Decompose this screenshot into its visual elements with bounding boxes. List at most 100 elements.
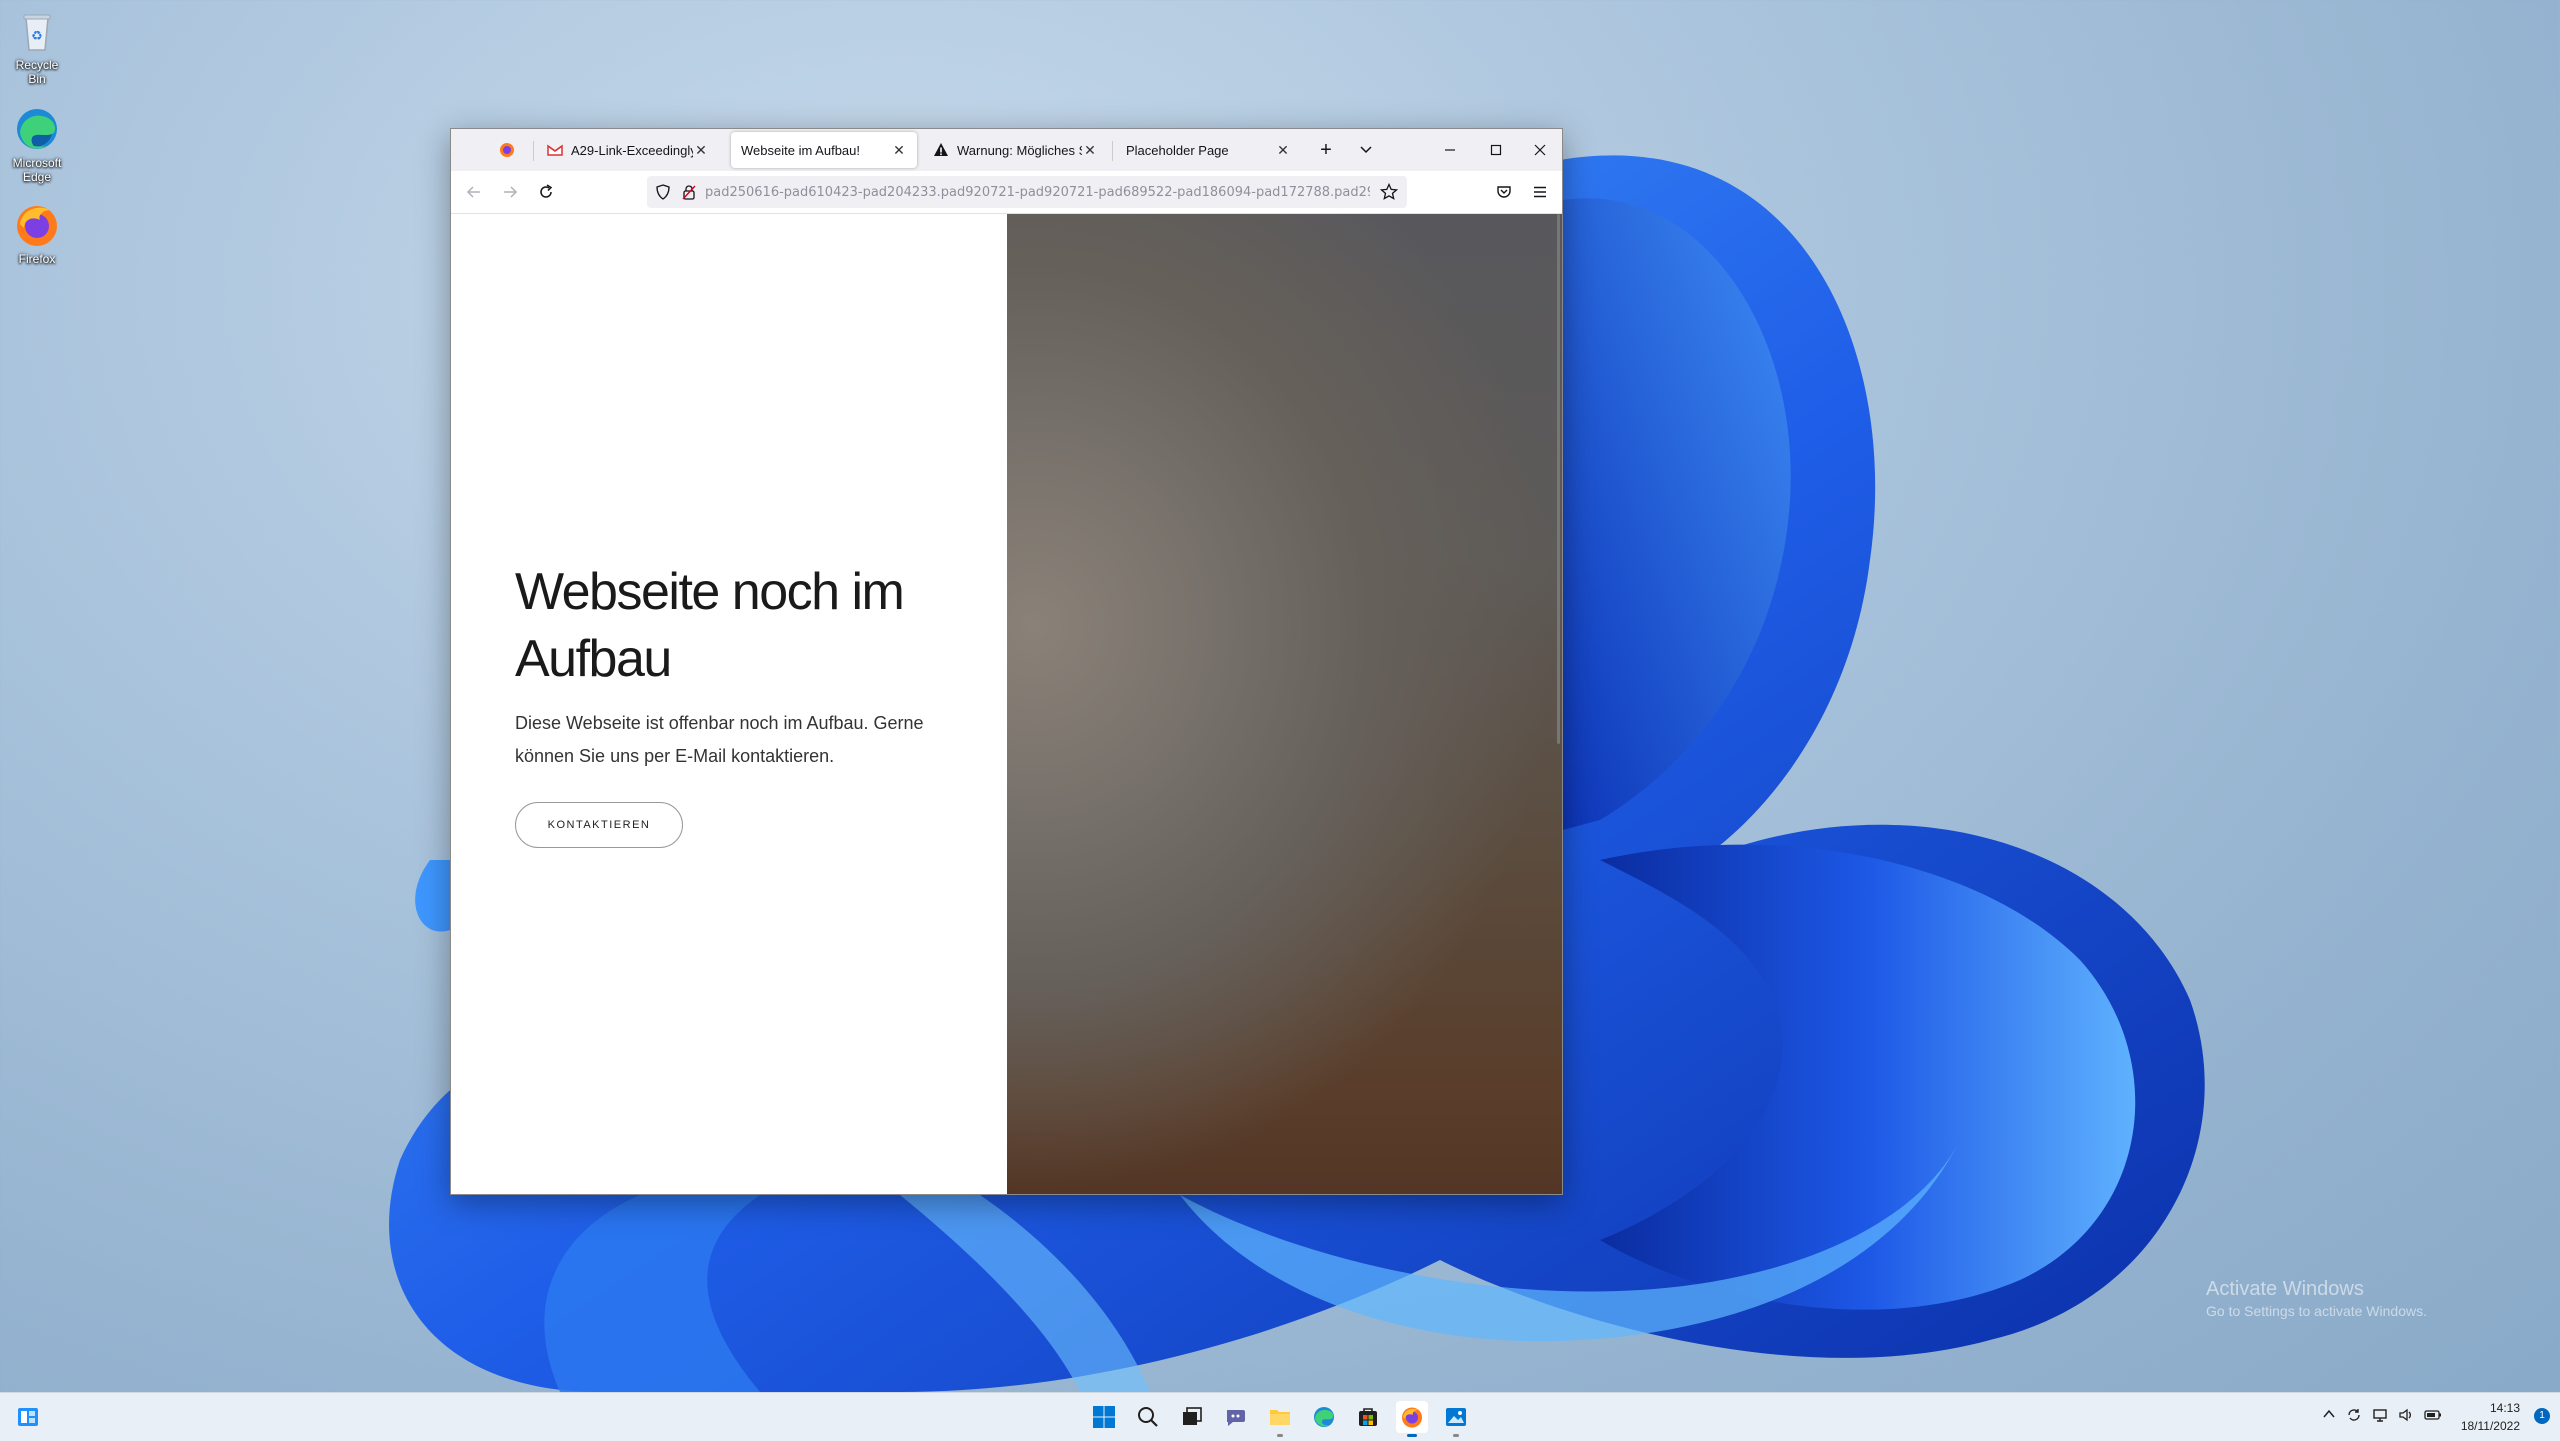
- tab-placeholder-page[interactable]: Placeholder Page ✕: [1116, 132, 1301, 168]
- edge-icon: [1314, 1407, 1334, 1427]
- volume-tray-icon[interactable]: [2398, 1407, 2414, 1426]
- maximize-button[interactable]: [1473, 129, 1519, 171]
- chat-icon: [1227, 1410, 1245, 1426]
- close-tab-icon[interactable]: ✕: [693, 142, 709, 159]
- firefox-icon: [17, 206, 57, 246]
- desktop-icon-recycle-bin[interactable]: ♻ Recycle Bin: [6, 6, 68, 86]
- back-button[interactable]: [459, 177, 489, 207]
- edge-icon: [17, 109, 57, 149]
- hamburger-menu-icon: [1534, 186, 1546, 198]
- store-icon: [1359, 1408, 1377, 1426]
- tab-firefox-view[interactable]: [487, 132, 529, 168]
- windows-logo-icon: [1093, 1406, 1115, 1428]
- close-icon: [1534, 144, 1546, 156]
- close-tab-icon[interactable]: ✕: [1082, 142, 1098, 159]
- sync-tray-icon[interactable]: [2346, 1407, 2362, 1426]
- page-title: Webseite noch im Aufbau: [515, 563, 905, 688]
- hero-image: [1007, 214, 1562, 1194]
- pocket-icon: [1497, 186, 1511, 198]
- new-tab-button[interactable]: +: [1306, 129, 1346, 171]
- shield-icon: [656, 184, 670, 200]
- clock-time: 14:13: [2489, 1401, 2520, 1415]
- activate-windows-watermark: Activate Windows Go to Settings to activ…: [2206, 1278, 2427, 1319]
- network-tray-icon[interactable]: [2372, 1407, 2388, 1426]
- url-text: pad250616-pad610423-pad204233.pad920721-…: [705, 184, 1370, 200]
- widgets-icon: [18, 1408, 38, 1426]
- tab-webseite-im-aufbau[interactable]: Webseite im Aufbau! ✕: [731, 132, 917, 168]
- tab-separator: [1112, 141, 1113, 161]
- reload-icon: [540, 184, 553, 198]
- store-button[interactable]: [1352, 1401, 1384, 1433]
- firefox-window: A29-Link-Exceedingly-Lo ✕ Webseite im Au…: [450, 128, 1563, 1195]
- forward-button[interactable]: [495, 177, 525, 207]
- list-all-tabs-button[interactable]: [1346, 129, 1386, 171]
- maximize-icon: [1490, 144, 1502, 156]
- star-icon[interactable]: [1380, 183, 1398, 201]
- search-icon: [1138, 1407, 1158, 1427]
- tab-warnung[interactable]: Warnung: Mögliches Sich ✕: [923, 132, 1108, 168]
- url-bar[interactable]: pad250616-pad610423-pad204233.pad920721-…: [647, 176, 1407, 208]
- widgets-button[interactable]: [12, 1401, 44, 1433]
- lock-warning-icon[interactable]: [681, 184, 697, 200]
- pocket-button[interactable]: [1489, 177, 1519, 207]
- desktop-icon-firefox[interactable]: Firefox: [6, 200, 68, 266]
- volume-icon: [2399, 1408, 2411, 1422]
- chevron-up-icon: [2323, 1409, 2335, 1418]
- watermark-title: Activate Windows: [2206, 1278, 2364, 1300]
- chevron-down-icon: [1360, 146, 1372, 154]
- network-icon: [2373, 1409, 2387, 1422]
- close-window-button[interactable]: [1517, 129, 1563, 171]
- warning-icon: [934, 143, 948, 156]
- task-view-button[interactable]: [1176, 1401, 1208, 1433]
- close-tab-icon[interactable]: ✕: [891, 142, 907, 159]
- desktop-icon-label: Firefox: [18, 252, 56, 266]
- running-indicator: [1453, 1434, 1459, 1437]
- page-description: Diese Webseite ist offenbar noch im Aufb…: [515, 713, 924, 766]
- running-indicator: [1277, 1434, 1283, 1437]
- arrow-left-icon: [466, 186, 480, 198]
- minimize-icon: [1445, 149, 1455, 151]
- close-tab-icon[interactable]: ✕: [1275, 142, 1291, 159]
- file-explorer-button[interactable]: [1264, 1401, 1296, 1437]
- tab-separator: [533, 141, 534, 161]
- firefox-taskbar-button[interactable]: [1396, 1401, 1428, 1437]
- arrow-right-icon: [504, 186, 518, 198]
- navigation-toolbar: pad250616-pad610423-pad204233.pad920721-…: [451, 171, 1562, 214]
- contact-button[interactable]: KONTAKTIEREN: [515, 802, 683, 848]
- firefox-icon: [1402, 1407, 1422, 1428]
- svg-text:♻: ♻: [31, 29, 43, 44]
- reload-button[interactable]: [531, 177, 561, 207]
- tab-title: Placeholder Page: [1126, 142, 1229, 158]
- desktop-icon-label: Recycle Bin: [15, 58, 59, 86]
- tab-title: Webseite im Aufbau!: [741, 142, 860, 158]
- clock[interactable]: 14:13 18/11/2022: [2461, 1399, 2520, 1435]
- search-button[interactable]: [1132, 1401, 1164, 1433]
- watermark-subtitle: Go to Settings to activate Windows.: [2206, 1303, 2427, 1319]
- photos-button[interactable]: [1440, 1401, 1472, 1437]
- page-content: Webseite noch im Aufbau Diese Webseite i…: [451, 214, 1562, 1194]
- notification-badge[interactable]: 1: [2534, 1408, 2550, 1424]
- tab-strip: A29-Link-Exceedingly-Lo ✕ Webseite im Au…: [451, 129, 1562, 171]
- tab-gmail[interactable]: A29-Link-Exceedingly-Lo ✕: [537, 132, 719, 168]
- taskbar: 14:13 18/11/2022 1: [0, 1392, 2560, 1441]
- app-menu-button[interactable]: [1525, 177, 1555, 207]
- edge-taskbar-button[interactable]: [1308, 1401, 1340, 1433]
- battery-tray-icon[interactable]: [2424, 1407, 2442, 1426]
- desktop-icon-edge[interactable]: Microsoft Edge: [6, 104, 68, 184]
- scrollbar-thumb[interactable]: [1557, 214, 1560, 744]
- active-indicator: [1407, 1434, 1417, 1437]
- start-button[interactable]: [1088, 1401, 1120, 1433]
- task-view-icon: [1183, 1407, 1202, 1425]
- gmail-icon: [547, 144, 563, 156]
- minimize-button[interactable]: [1427, 129, 1473, 171]
- firefox-icon: [500, 143, 514, 157]
- show-hidden-icons-button[interactable]: [2322, 1407, 2336, 1424]
- tab-title: A29-Link-Exceedingly-Lo: [571, 142, 693, 158]
- tab-title: Warnung: Mögliches Sich: [957, 142, 1082, 158]
- folder-icon: [1270, 1410, 1290, 1425]
- hero-text-panel: Webseite noch im Aufbau Diese Webseite i…: [451, 214, 1007, 1194]
- photos-icon: [1446, 1408, 1466, 1426]
- clock-date: 18/11/2022: [2460, 1419, 2520, 1433]
- sync-icon: [2348, 1409, 2360, 1421]
- teams-chat-button[interactable]: [1220, 1401, 1252, 1433]
